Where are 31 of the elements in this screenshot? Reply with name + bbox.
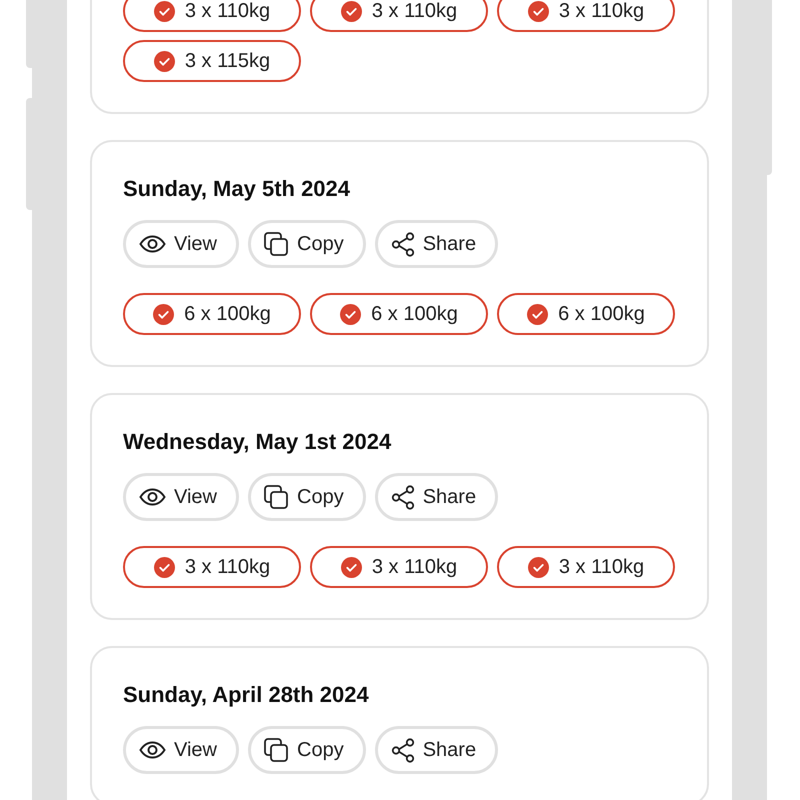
set-chip: 6 x 100kg — [123, 293, 301, 335]
set-chip: 3 x 110kg — [310, 546, 488, 588]
workout-date: Sunday, April 28th 2024 — [123, 681, 370, 709]
workout-date: Sunday, May 5th 2024 — [123, 175, 352, 203]
copy-button[interactable]: Copy — [248, 220, 366, 268]
share-icon — [390, 484, 415, 510]
set-chip: 3 x 110kg — [310, 0, 488, 32]
eye-icon — [139, 741, 166, 759]
copy-icon — [264, 484, 289, 510]
set-chip: 3 x 110kg — [497, 546, 675, 588]
copy-icon — [264, 738, 289, 762]
set-chip: 3 x 110kg — [123, 546, 301, 588]
share-button[interactable]: Share — [374, 473, 498, 521]
eye-icon — [139, 488, 166, 506]
workout-date: Wednesday, May 1st 2024 — [123, 428, 392, 456]
set-chip: 3 x 115kg — [123, 40, 301, 82]
eye-icon — [139, 235, 166, 253]
set-chip: 6 x 100kg — [310, 293, 488, 335]
set-chip: 3 x 110kg — [497, 0, 675, 32]
set-chip: 3 x 110kg — [123, 0, 301, 32]
view-button[interactable]: View — [123, 726, 239, 774]
share-button[interactable]: Share — [374, 726, 498, 774]
copy-icon — [264, 232, 289, 256]
copy-button[interactable]: Copy — [248, 473, 366, 521]
view-button[interactable]: View — [123, 220, 239, 268]
share-icon — [390, 232, 415, 256]
view-button[interactable]: View — [123, 473, 239, 521]
share-button[interactable]: Share — [374, 220, 498, 268]
copy-button[interactable]: Copy — [248, 726, 366, 774]
set-chip: 6 x 100kg — [497, 293, 675, 335]
share-icon — [390, 738, 415, 762]
